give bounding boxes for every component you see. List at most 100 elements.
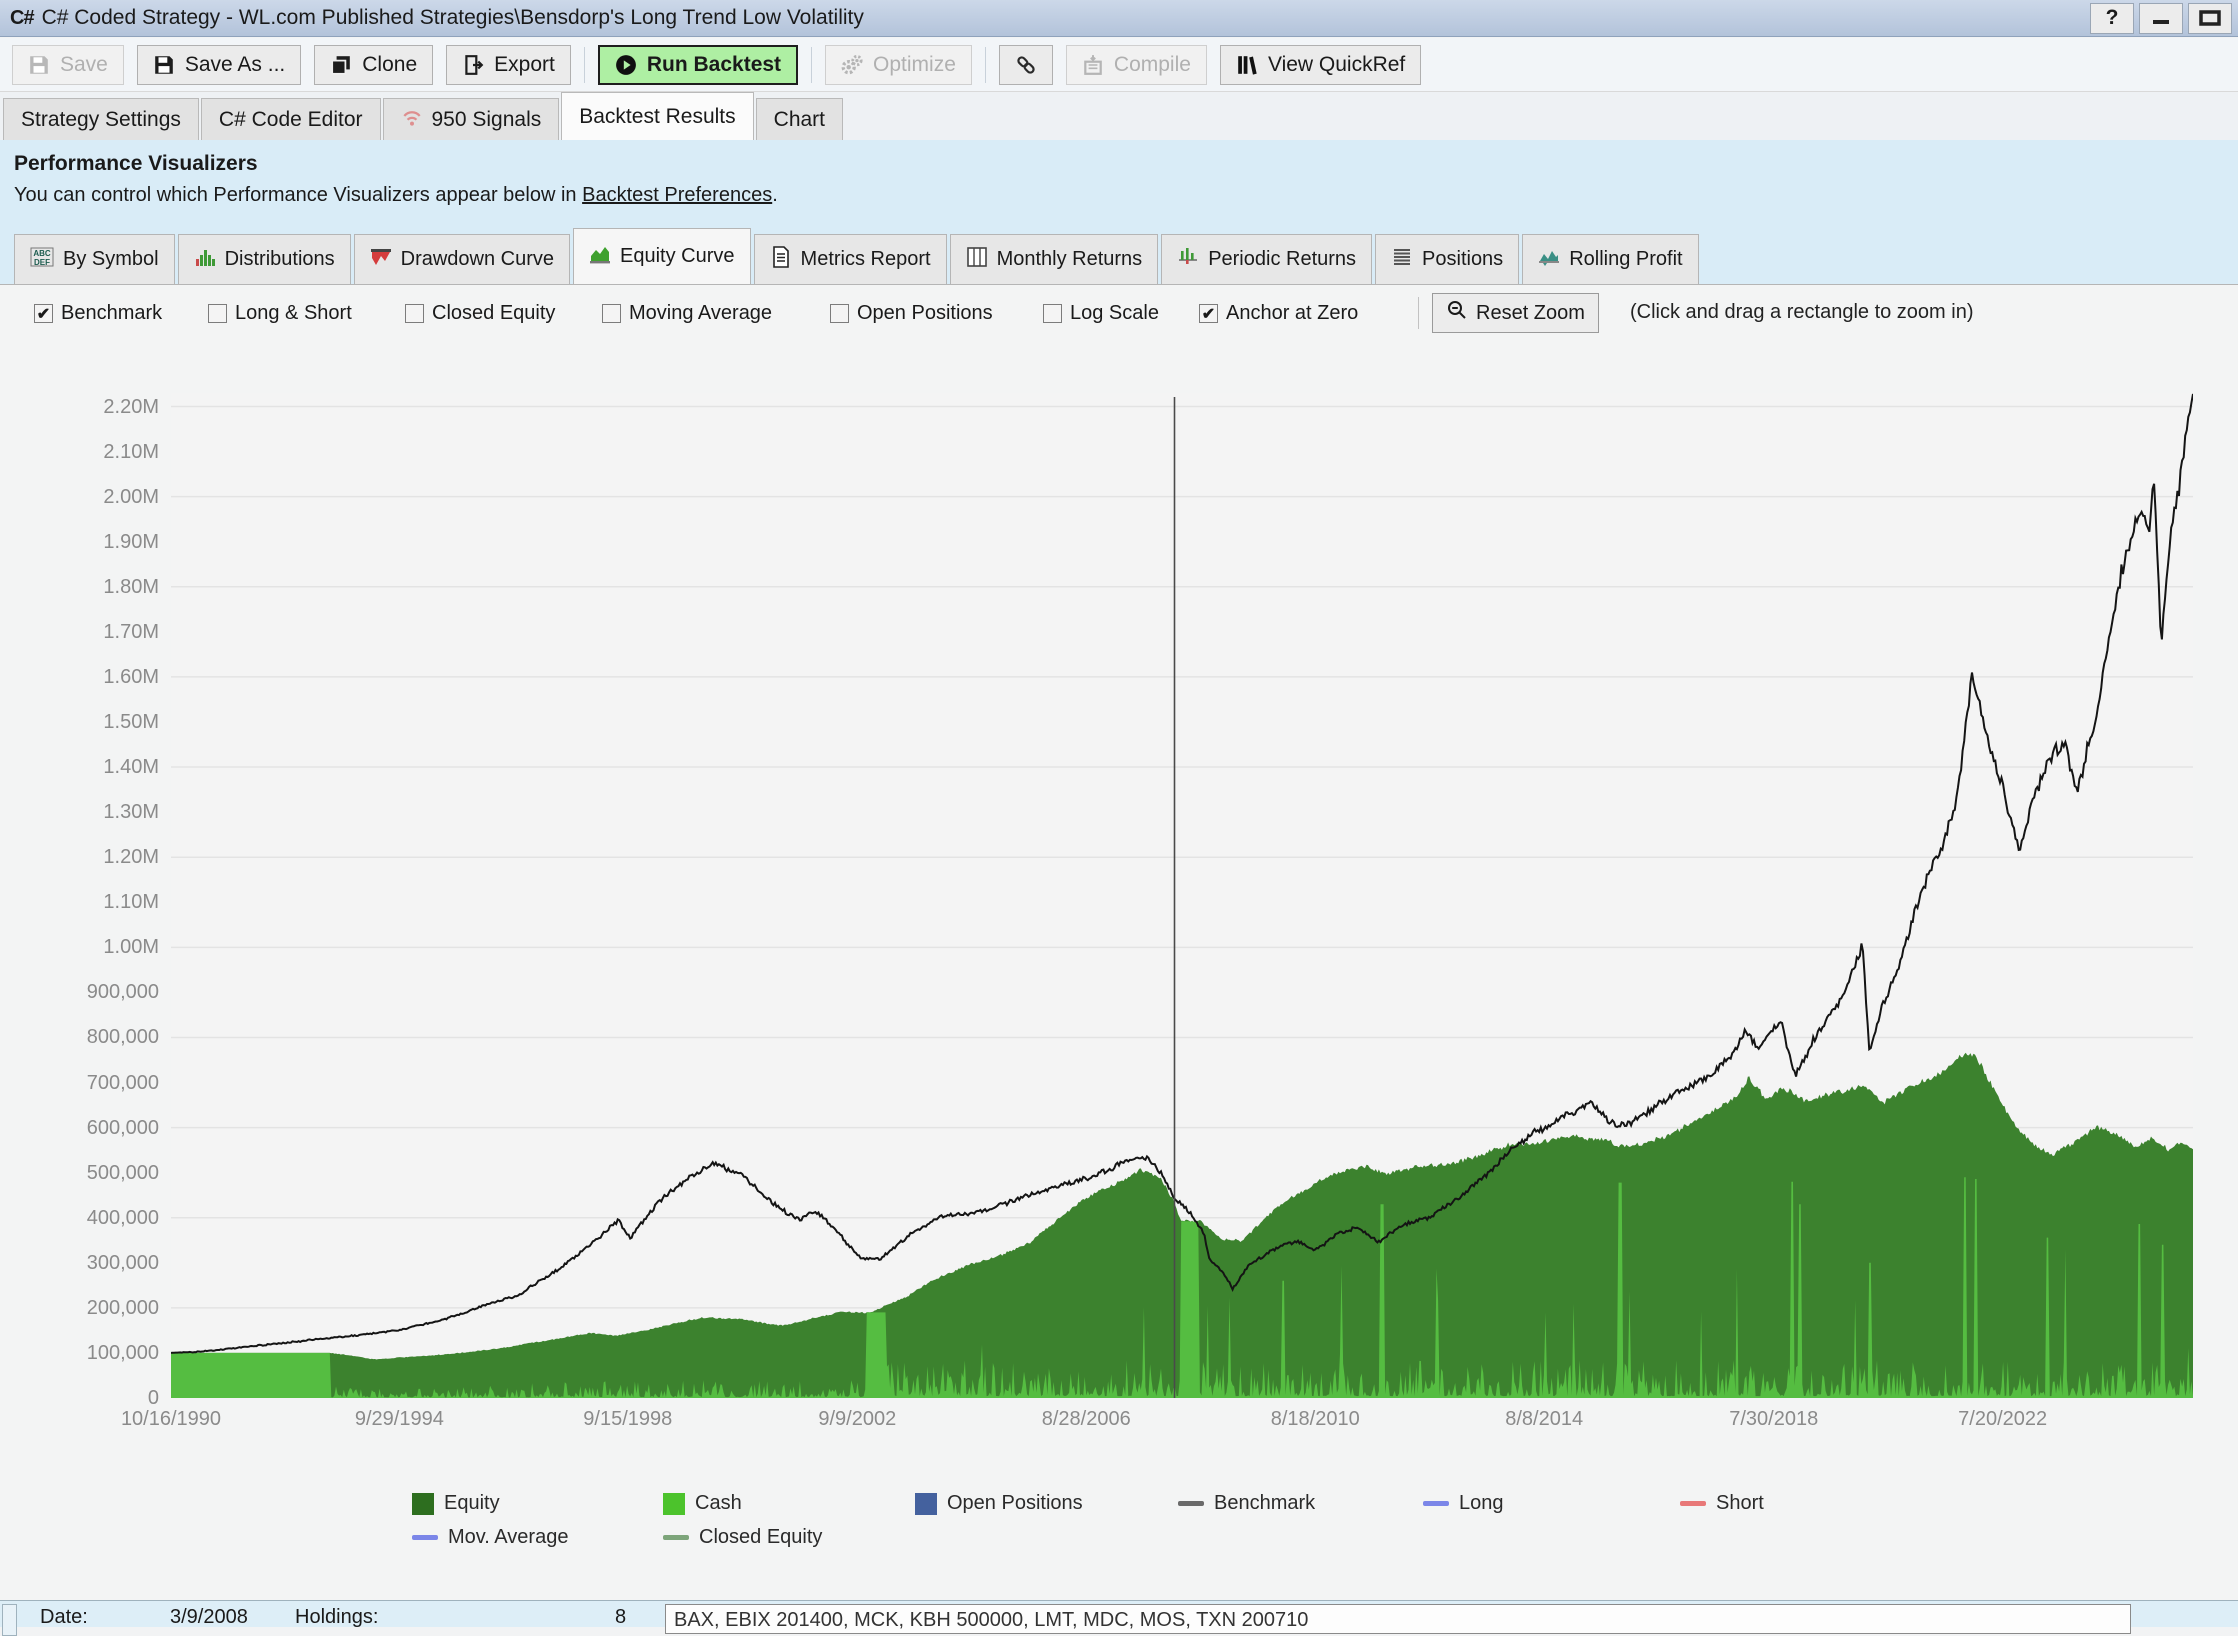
x-tick-label: 8/18/2010: [1235, 1408, 1395, 1431]
save-button[interactable]: Save: [12, 45, 124, 85]
maximize-button[interactable]: [2188, 3, 2232, 34]
viztab-monthly-returns[interactable]: Monthly Returns: [950, 234, 1159, 284]
y-tick-label: 300,000: [87, 1252, 159, 1275]
y-tick-label: 900,000: [87, 981, 159, 1004]
save-as-button[interactable]: Save As ...: [137, 45, 301, 85]
toolbar-separator: [811, 47, 812, 83]
help-button[interactable]: ?: [2090, 3, 2134, 34]
toolbar: Save Save As ... Clone Export Run Backte…: [0, 38, 2238, 92]
unchecked-checkbox[interactable]: [405, 304, 424, 323]
viztab-label: Positions: [1422, 248, 1503, 271]
checkbox-label: Open Positions: [857, 302, 993, 325]
viztab-label: By Symbol: [63, 248, 159, 271]
minimize-button[interactable]: [2139, 3, 2183, 34]
y-tick-label: 1.00M: [103, 936, 159, 959]
legend-swatch: [663, 1535, 689, 1540]
checkbox-benchmark[interactable]: ✔ Benchmark: [34, 302, 162, 325]
link-button[interactable]: [999, 45, 1053, 85]
backtest-preferences-link[interactable]: Backtest Preferences: [582, 184, 772, 206]
viztab-equity-curve[interactable]: Equity Curve: [573, 228, 751, 284]
abc-symbol-icon: ABCDEF: [30, 246, 54, 274]
x-tick-label: 7/30/2018: [1694, 1408, 1854, 1431]
checkbox-anchor-at-zero[interactable]: ✔Anchor at Zero: [1199, 302, 1358, 325]
legend-label: Cash: [695, 1492, 742, 1515]
tab-chart[interactable]: Chart: [756, 98, 843, 140]
save-as-label: Save As ...: [185, 53, 285, 77]
view-quickref-button[interactable]: View QuickRef: [1220, 45, 1421, 85]
x-tick-label: 7/20/2022: [1923, 1408, 2083, 1431]
tab-c-code-editor[interactable]: C# Code Editor: [201, 98, 381, 140]
legend-item-closed-equity: Closed Equity: [663, 1526, 822, 1549]
y-tick-label: 2.10M: [103, 441, 159, 464]
floppy-icon: [28, 54, 50, 76]
legend-item-benchmark: Benchmark: [1178, 1492, 1315, 1515]
legend-label: Short: [1716, 1492, 1764, 1515]
checkbox-label: Moving Average: [629, 302, 772, 325]
play-icon: [615, 54, 637, 76]
x-tick-label: 9/15/1998: [548, 1408, 708, 1431]
export-icon: [462, 54, 484, 76]
checkbox-label: Benchmark: [61, 302, 162, 325]
unchecked-checkbox[interactable]: [830, 304, 849, 323]
toolbar-separator: [985, 47, 986, 83]
link-icon: [1015, 54, 1037, 76]
legend-swatch: [412, 1535, 438, 1540]
checkbox-log-scale[interactable]: Log Scale: [1043, 302, 1159, 325]
legend-item-open-positions: Open Positions: [915, 1492, 1083, 1515]
toolbar-separator: [584, 47, 585, 83]
export-label: Export: [494, 53, 555, 77]
tab-label: 950 Signals: [432, 108, 542, 132]
books-icon: [1236, 54, 1258, 76]
unchecked-checkbox[interactable]: [208, 304, 227, 323]
legend-label: Benchmark: [1214, 1492, 1315, 1515]
unchecked-checkbox[interactable]: [602, 304, 621, 323]
y-tick-label: 200,000: [87, 1297, 159, 1320]
viztab-metrics-report[interactable]: Metrics Report: [754, 234, 947, 284]
checkbox-open-positions[interactable]: Open Positions: [830, 302, 993, 325]
viztab-drawdown-curve[interactable]: Drawdown Curve: [354, 234, 570, 284]
viztab-by-symbol[interactable]: ABCDEF By Symbol: [14, 234, 175, 284]
checkbox-moving-average[interactable]: Moving Average: [602, 302, 772, 325]
viztab-periodic-returns[interactable]: Periodic Returns: [1161, 234, 1372, 284]
viztab-positions[interactable]: Positions: [1375, 234, 1519, 284]
holdings-list-box[interactable]: BAX, EBIX 201400, MCK, KBH 500000, LMT, …: [665, 1604, 2131, 1634]
y-tick-label: 1.80M: [103, 576, 159, 599]
tab-backtest-results[interactable]: Backtest Results: [561, 92, 753, 140]
legend-swatch: [1178, 1501, 1204, 1506]
x-tick-label: 9/9/2002: [777, 1408, 937, 1431]
viztab-rolling-profit[interactable]: Rolling Profit: [1522, 234, 1698, 284]
checkbox-label: Closed Equity: [432, 302, 555, 325]
positions-list-icon: [1391, 246, 1413, 274]
legend-item-short: Short: [1680, 1492, 1764, 1515]
legend-item-mov-average: Mov. Average: [412, 1526, 568, 1549]
svg-text:DEF: DEF: [34, 258, 50, 267]
tab-950-signals[interactable]: 950 Signals: [383, 98, 560, 140]
export-button[interactable]: Export: [446, 45, 571, 85]
checked-checkbox[interactable]: ✔: [1199, 304, 1218, 323]
equity-curve-chart[interactable]: [171, 393, 2193, 1398]
metrics-doc-icon: [770, 246, 792, 274]
checkbox-closed-equity[interactable]: Closed Equity: [405, 302, 555, 325]
viztab-label: Monthly Returns: [997, 248, 1143, 271]
tab-strategy-settings[interactable]: Strategy Settings: [3, 98, 199, 140]
status-bar: Date: 3/9/2008 Holdings: 8 BAX, EBIX 201…: [0, 1600, 2238, 1627]
legend-swatch: [1423, 1501, 1449, 1506]
clone-button[interactable]: Clone: [314, 45, 433, 85]
y-tick-label: 2.20M: [103, 396, 159, 419]
viztab-label: Equity Curve: [620, 245, 735, 268]
checked-checkbox[interactable]: ✔: [34, 304, 53, 323]
compile-button[interactable]: Compile: [1066, 45, 1207, 85]
view-quickref-label: View QuickRef: [1268, 53, 1405, 77]
unchecked-checkbox[interactable]: [1043, 304, 1062, 323]
run-backtest-button[interactable]: Run Backtest: [598, 45, 798, 85]
optimize-button[interactable]: Optimize: [825, 45, 972, 85]
x-tick-label: 8/8/2014: [1464, 1408, 1624, 1431]
app-icon: C#: [10, 7, 34, 30]
y-tick-label: 600,000: [87, 1117, 159, 1140]
reset-zoom-button[interactable]: Reset Zoom: [1432, 293, 1599, 333]
run-backtest-label: Run Backtest: [647, 53, 781, 77]
clone-icon: [330, 54, 352, 76]
legend-swatch: [663, 1493, 685, 1515]
viztab-distributions[interactable]: Distributions: [178, 234, 351, 284]
checkbox-long-short[interactable]: Long & Short: [208, 302, 352, 325]
